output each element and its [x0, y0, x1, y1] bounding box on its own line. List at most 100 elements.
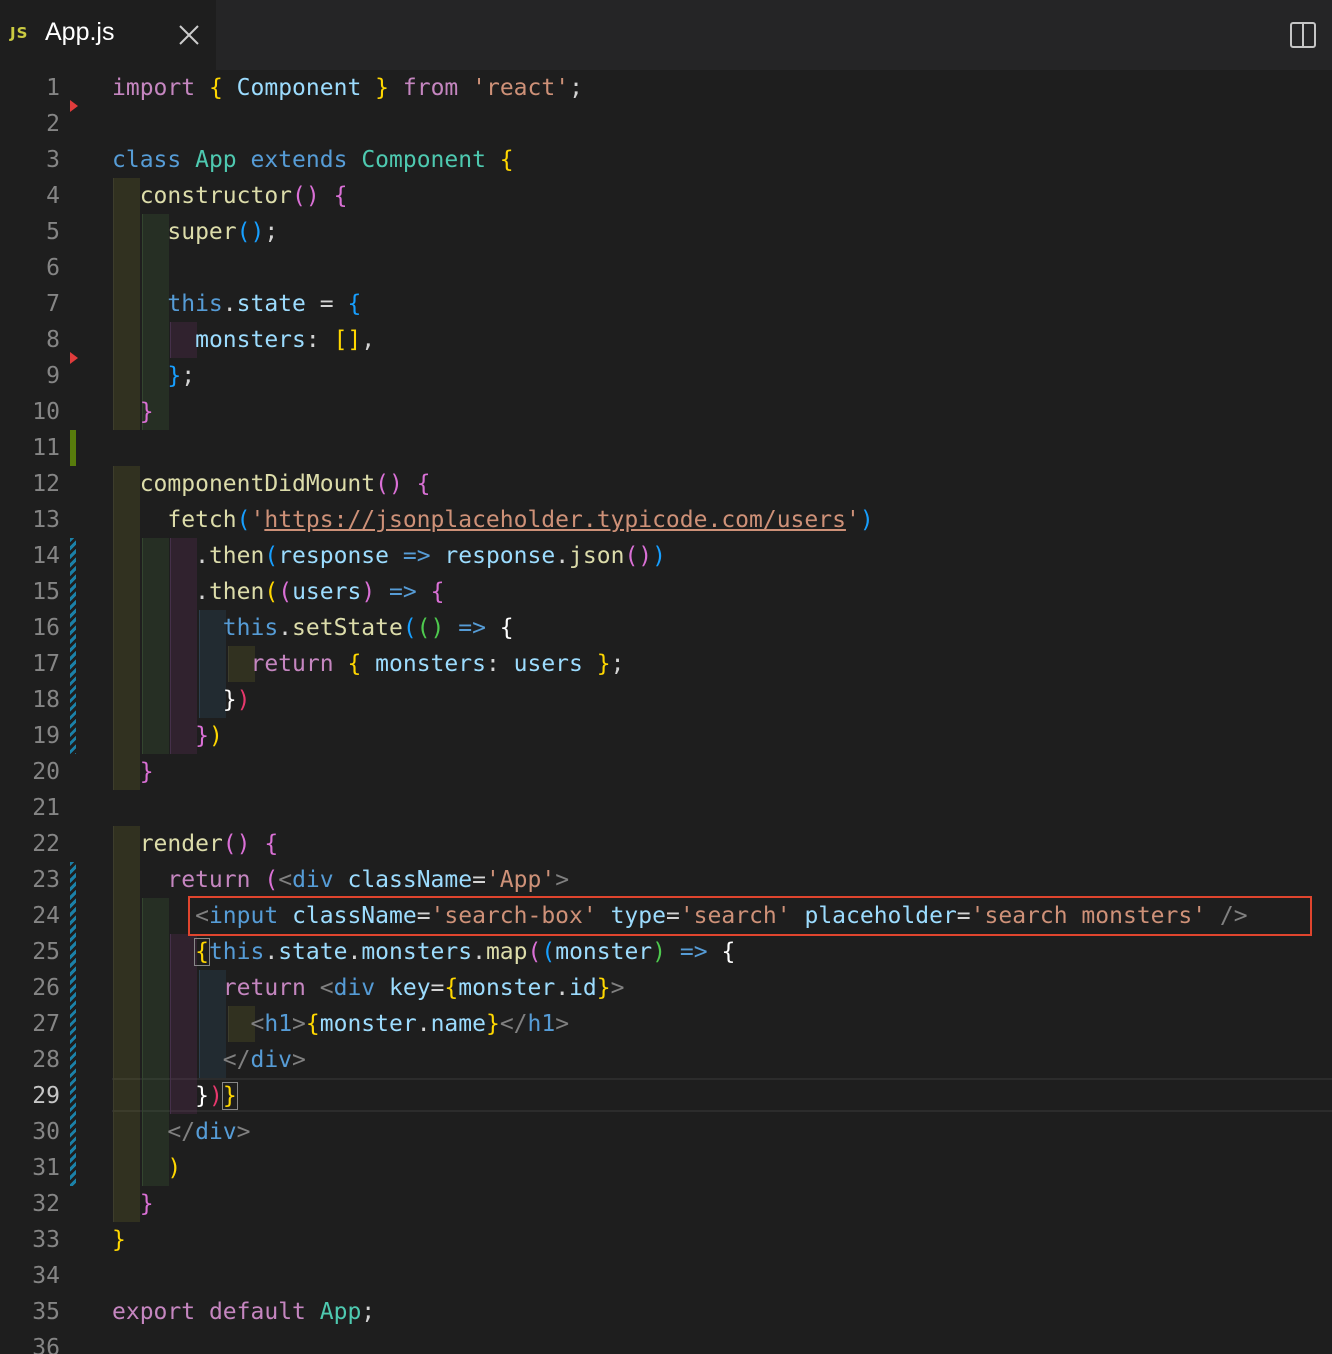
code-line-26[interactable]: return <div key={monster.id}> — [112, 970, 625, 1006]
code-line-35[interactable]: export default App; — [112, 1294, 375, 1330]
tag-bracket: </ — [499, 1011, 528, 1037]
method-name: then — [208, 579, 265, 605]
code-line-18[interactable]: }) — [112, 682, 251, 718]
code-line-15[interactable]: .then((users) => { — [112, 574, 444, 610]
punctuation: . — [416, 1011, 431, 1037]
code-line-33[interactable]: } — [112, 1222, 126, 1258]
property: monsters — [361, 939, 473, 965]
highlight-box — [188, 896, 1312, 936]
keyword: return — [250, 651, 334, 677]
git-added-marker[interactable] — [70, 430, 76, 466]
punctuation: ; — [361, 1299, 376, 1325]
function-name: render — [139, 831, 223, 857]
code-line-16[interactable]: this.setState(() => { — [112, 610, 514, 646]
tag-bracket: > — [292, 1047, 306, 1073]
tab-app-js[interactable]: JS App.js — [0, 0, 216, 70]
bracket: } — [195, 723, 209, 749]
punctuation: . — [195, 579, 209, 605]
tab-title[interactable]: App.js — [45, 18, 114, 47]
code-line-17[interactable]: return { monsters: users }; — [112, 646, 624, 682]
tag-bracket: > — [555, 867, 570, 893]
code-line-12[interactable]: componentDidMount() { — [112, 466, 431, 502]
git-modified-marker[interactable] — [70, 862, 76, 1186]
method-name: setState — [292, 615, 403, 641]
keyword: class — [112, 147, 182, 173]
line-number: 10 — [32, 399, 60, 425]
line-number: 22 — [32, 831, 60, 857]
code-line-23[interactable]: return (<div className='App'> — [112, 862, 569, 898]
punctuation: . — [264, 939, 279, 965]
bracket: { — [305, 1011, 320, 1037]
code-line-22[interactable]: render() { — [112, 826, 279, 862]
url-link[interactable]: https://jsonplaceholder.typicode.com/use… — [264, 507, 846, 533]
code-line-10[interactable]: } — [112, 394, 154, 430]
method-name: then — [208, 543, 265, 569]
code-line-30[interactable]: </div> — [112, 1114, 250, 1150]
line-number-gutter: 1 2 3 4 5 6 7 8 9 10 11 12 13 14 15 16 1… — [0, 70, 100, 1354]
code-line-31[interactable]: ) — [112, 1150, 181, 1186]
attribute-name: className — [347, 867, 473, 893]
keyword: export — [112, 1299, 196, 1325]
code-line-29[interactable]: })} — [112, 1078, 238, 1114]
code-line-9[interactable]: }; — [112, 358, 195, 394]
code-line-8[interactable]: monsters: [], — [112, 322, 375, 358]
line-number: 1 — [46, 75, 60, 101]
line-number: 16 — [32, 615, 60, 641]
bracket: ) — [859, 507, 874, 533]
code-line-14[interactable]: .then(response => response.json()) — [112, 538, 666, 574]
code-editor[interactable]: 1 2 3 4 5 6 7 8 9 10 11 12 13 14 15 16 1… — [0, 70, 1332, 1354]
bracket: ( — [264, 543, 279, 569]
string: ' — [845, 507, 860, 533]
close-icon[interactable] — [176, 22, 202, 48]
tag-name: h1 — [527, 1011, 556, 1037]
line-number: 27 — [32, 1011, 60, 1037]
git-deleted-marker[interactable] — [70, 352, 78, 364]
code-line-5[interactable]: super(); — [112, 214, 278, 250]
code-line-28[interactable]: </div> — [112, 1042, 306, 1078]
tag-bracket: </ — [167, 1119, 196, 1145]
code-line-4[interactable]: constructor() { — [112, 178, 348, 214]
keyword: extends — [250, 147, 348, 173]
bracket: ( — [278, 579, 293, 605]
code-line-27[interactable]: <h1>{monster.name}</h1> — [112, 1006, 569, 1042]
code-line-7[interactable]: this.state = { — [112, 286, 361, 322]
git-modified-marker[interactable] — [70, 538, 76, 754]
line-number: 5 — [46, 219, 60, 245]
code-line-1[interactable]: import { Component } from 'react'; — [112, 70, 583, 106]
git-deleted-marker[interactable] — [70, 100, 78, 112]
editor-tab-bar: JS App.js — [0, 0, 1332, 70]
split-editor-icon[interactable] — [1288, 20, 1318, 50]
tag-bracket: > — [292, 1011, 306, 1037]
line-number: 17 — [32, 651, 60, 677]
line-number: 21 — [32, 795, 60, 821]
code-line-32[interactable]: } — [112, 1186, 154, 1222]
bracket-match: } — [221, 1082, 238, 1110]
code-line-3[interactable]: class App extends Component { — [112, 142, 514, 178]
keyword: default — [208, 1299, 306, 1325]
bracket: () — [624, 543, 653, 569]
code-line-20[interactable]: } — [112, 754, 154, 790]
code-line-25[interactable]: {this.state.monsters.map((monster) => { — [112, 934, 735, 970]
bracket: { — [208, 75, 223, 101]
keyword: this — [167, 291, 223, 317]
code-line-13[interactable]: fetch('https://jsonplaceholder.typicode.… — [112, 502, 874, 538]
bracket: } — [596, 651, 611, 677]
code-line-19[interactable]: }) — [112, 718, 223, 754]
bracket: } — [139, 399, 154, 425]
line-number: 19 — [32, 723, 60, 749]
line-number: 6 — [46, 255, 60, 281]
